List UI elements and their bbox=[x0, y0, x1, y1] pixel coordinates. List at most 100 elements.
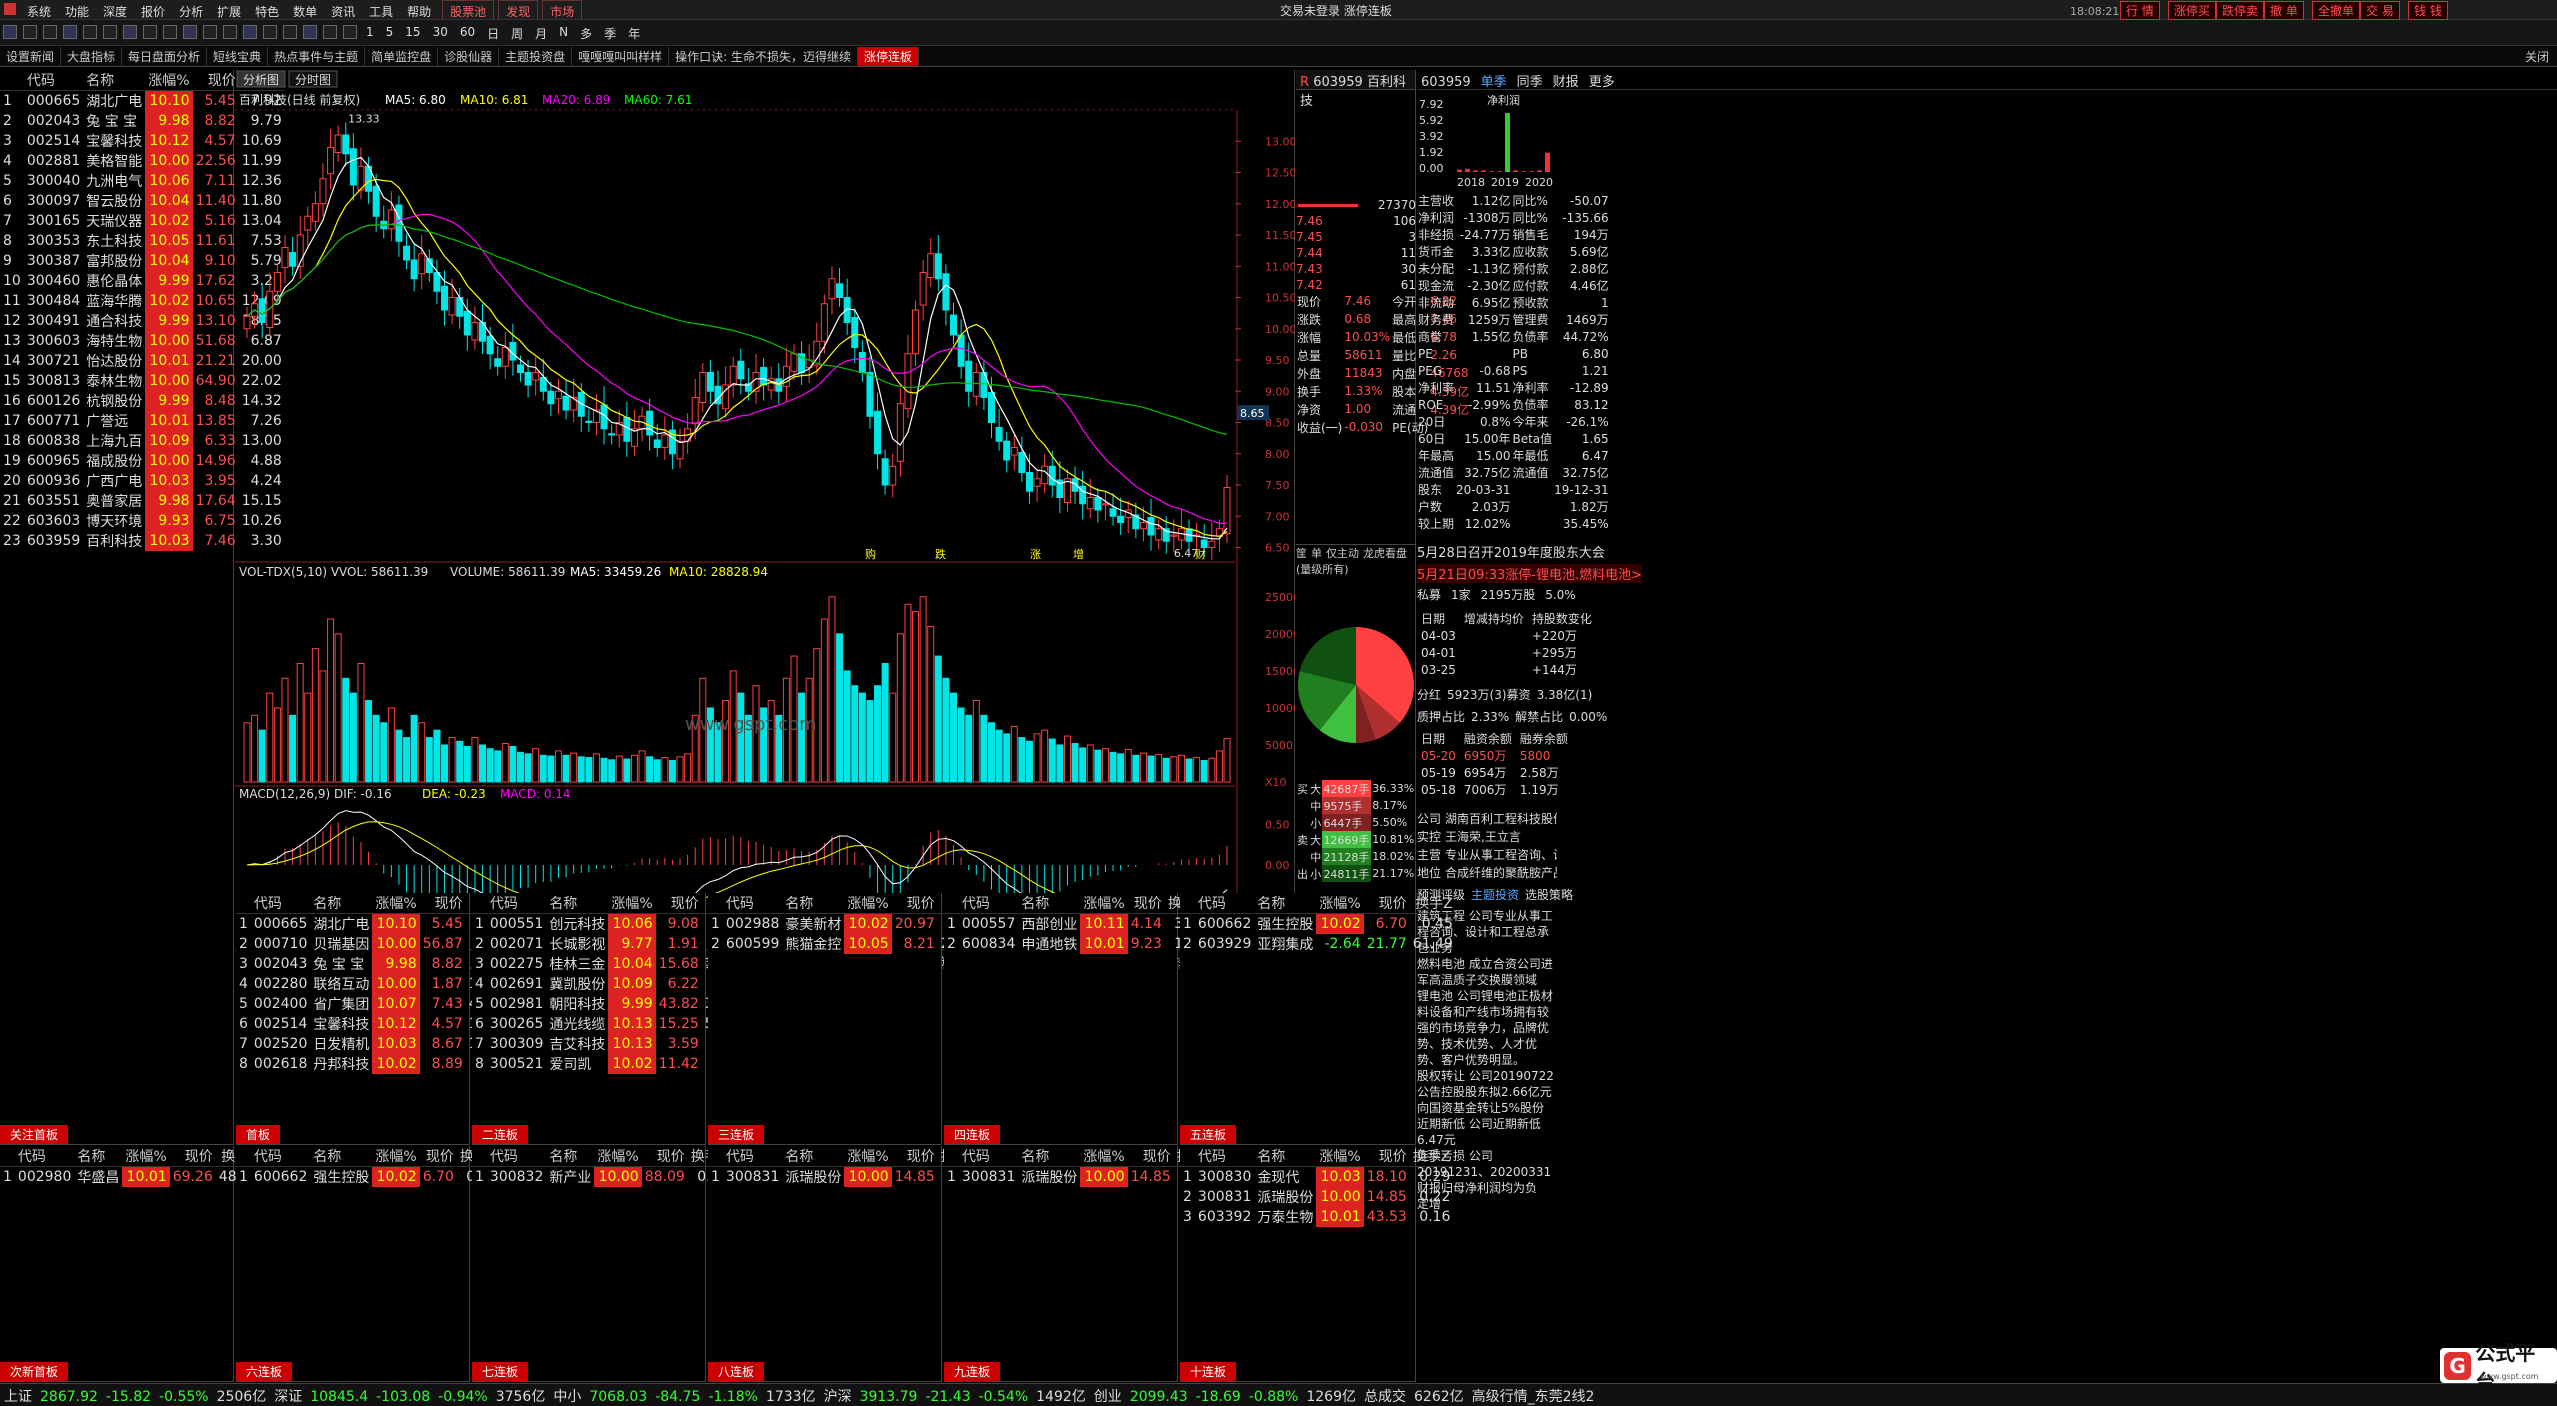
chart-tab[interactable]: 分时图 bbox=[288, 70, 338, 88]
column-header[interactable] bbox=[1180, 893, 1195, 914]
column-header[interactable]: 涨幅% bbox=[608, 893, 656, 914]
menu-item[interactable]: 报价 bbox=[134, 1, 172, 22]
column-header[interactable]: 代码 bbox=[250, 1146, 311, 1167]
column-header[interactable]: 涨幅% bbox=[594, 1146, 642, 1167]
column-header[interactable] bbox=[236, 1146, 251, 1167]
column-header[interactable]: 代码 bbox=[14, 1146, 75, 1167]
column-header[interactable]: 代码 bbox=[722, 1146, 783, 1167]
fin-tab[interactable]: 单季 bbox=[1481, 75, 1507, 90]
fin-tab[interactable]: 更多 bbox=[1589, 75, 1615, 90]
tab-7[interactable]: 主题投资盘 bbox=[499, 47, 573, 66]
column-header[interactable]: 代码 bbox=[23, 70, 84, 91]
column-header[interactable] bbox=[472, 893, 487, 914]
table-row[interactable]: 6002514宝馨科技10.124.5710.69 bbox=[236, 1014, 512, 1034]
tab-4[interactable]: 热点事件与主题 bbox=[268, 47, 366, 66]
column-header[interactable]: 现价 bbox=[891, 893, 938, 914]
column-header[interactable] bbox=[708, 893, 723, 914]
column-header[interactable]: 现价 bbox=[1127, 893, 1165, 914]
quick-button[interactable]: 涨停买 bbox=[2168, 1, 2217, 20]
column-header[interactable]: 换手Z bbox=[1409, 1146, 1454, 1167]
chart-tab[interactable]: 分析图 bbox=[236, 70, 286, 88]
menu-item[interactable]: 特色 bbox=[248, 1, 286, 22]
table-row[interactable]: 1600662强生控股10.026.700.45 bbox=[236, 1166, 500, 1187]
column-header[interactable]: 涨幅% bbox=[1316, 893, 1364, 914]
column-header[interactable]: 涨幅% bbox=[1080, 893, 1128, 914]
quick-button[interactable]: 交 易 bbox=[2360, 1, 2400, 20]
table-row[interactable]: 1300831派瑞股份10.0014.850.22 bbox=[708, 1166, 981, 1187]
tool-icon[interactable] bbox=[43, 25, 57, 39]
tool-icon[interactable] bbox=[63, 25, 77, 39]
detail-tab[interactable]: 仅主动 bbox=[1326, 547, 1359, 560]
table-row[interactable]: 1600662强生控股10.026.700.45 bbox=[1180, 913, 1456, 934]
tool-icon[interactable] bbox=[183, 25, 197, 39]
column-header[interactable]: 现价 bbox=[169, 1146, 216, 1167]
column-header[interactable]: 现价 bbox=[192, 70, 239, 91]
column-header[interactable]: 名称 bbox=[782, 893, 845, 914]
detail-tab[interactable]: 筐 bbox=[1296, 547, 1307, 560]
table-row[interactable]: 3002275桂林三金10.0415.6813.08 bbox=[472, 954, 748, 974]
tab-2[interactable]: 每日盘面分析 bbox=[122, 47, 208, 66]
column-header[interactable] bbox=[236, 893, 251, 914]
column-header[interactable]: 代码 bbox=[722, 893, 783, 914]
tab-9[interactable]: 操作口诀: 生命不损失，迈得继续 bbox=[669, 47, 858, 66]
table-row[interactable]: 3 603392 万泰生物 10.01 43.53 0.16 bbox=[1180, 1207, 1453, 1227]
company-tab[interactable]: 选股策略 bbox=[1525, 888, 1573, 902]
table-row[interactable]: 1000557西部创业10.114.143.93 bbox=[944, 913, 1208, 934]
period-button[interactable]: 15 bbox=[399, 23, 426, 41]
column-header[interactable] bbox=[472, 1146, 487, 1167]
menu-item[interactable]: 工具 bbox=[362, 1, 400, 22]
column-header[interactable]: 涨幅% bbox=[372, 893, 420, 914]
period-button[interactable]: 周 bbox=[505, 23, 529, 44]
table-row[interactable]: 1002988豪美新材10.0220.970.30 bbox=[708, 913, 984, 934]
table-row[interactable]: 7002520日发精机10.038.6713.41 bbox=[236, 1034, 512, 1054]
tool-icon[interactable] bbox=[323, 25, 337, 39]
column-header[interactable]: 涨幅% bbox=[372, 1146, 420, 1167]
column-header[interactable]: 名称 bbox=[74, 1146, 123, 1167]
tab-10[interactable]: 涨停连板 bbox=[858, 47, 920, 66]
column-header[interactable]: 名称 bbox=[1254, 1146, 1317, 1167]
column-header[interactable]: 代码 bbox=[250, 893, 311, 914]
column-header[interactable] bbox=[708, 1146, 723, 1167]
column-header[interactable]: 涨幅% bbox=[1080, 1146, 1128, 1167]
period-button[interactable]: N bbox=[553, 23, 574, 41]
period-button[interactable]: 日 bbox=[481, 23, 505, 44]
table-row[interactable]: 2 603929 亚翔集成 -2.64 21.77 61.49 bbox=[1180, 934, 1456, 954]
column-header[interactable] bbox=[0, 1146, 15, 1167]
quick-button[interactable]: 跌停卖 bbox=[2216, 1, 2265, 20]
table-row[interactable]: 2002071长城影视9.771.911.33 bbox=[472, 934, 748, 954]
tab-6[interactable]: 诊股仙器 bbox=[438, 47, 500, 66]
column-header[interactable]: 现价 bbox=[1127, 1146, 1174, 1167]
column-header[interactable]: 现价 bbox=[1363, 893, 1410, 914]
tab-3[interactable]: 短线宝典 bbox=[207, 47, 269, 66]
table-row[interactable]: 2000710贝瑞基因10.0056.878.09 bbox=[236, 934, 512, 954]
column-header[interactable]: 名称 bbox=[546, 893, 609, 914]
column-header[interactable]: 涨幅% bbox=[844, 893, 892, 914]
column-header[interactable]: 涨幅% bbox=[844, 1146, 892, 1167]
tab-8[interactable]: 嘎嘎嘎叫叫样样 bbox=[572, 47, 670, 66]
table-row[interactable]: 1300832新产业10.0088.090.21 bbox=[472, 1166, 731, 1187]
table-row[interactable]: 1300831派瑞股份10.0014.850.22 bbox=[944, 1166, 1217, 1187]
column-header[interactable]: 名称 bbox=[310, 1146, 373, 1167]
column-header[interactable]: 代码 bbox=[1194, 893, 1255, 914]
menu-item[interactable]: 帮助 bbox=[400, 1, 438, 22]
column-header[interactable] bbox=[1180, 1146, 1195, 1167]
period-button[interactable]: 30 bbox=[427, 23, 454, 41]
table-row[interactable]: 7300309吉艾科技10.133.591.03 bbox=[472, 1034, 748, 1054]
tab-5[interactable]: 简单监控盘 bbox=[365, 47, 439, 66]
tool-icon[interactable] bbox=[103, 25, 117, 39]
tab-1[interactable]: 大盘指标 bbox=[61, 47, 123, 66]
column-header[interactable]: 涨幅% bbox=[122, 1146, 170, 1167]
company-tab[interactable]: 主题投资 bbox=[1471, 888, 1519, 902]
table-row[interactable]: 5002981朝阳科技9.9943.8238.67 bbox=[472, 994, 748, 1014]
quick-button[interactable]: 撤 单 bbox=[2264, 1, 2304, 20]
menu-item[interactable]: 功能 bbox=[58, 1, 96, 22]
period-button[interactable]: 1 bbox=[360, 23, 380, 41]
quick-button[interactable]: 行 情 bbox=[2120, 1, 2160, 20]
column-header[interactable]: 名称 bbox=[1018, 893, 1081, 914]
table-row[interactable]: 2 300831 派瑞股份 10.00 14.85 0.22 bbox=[1180, 1187, 1453, 1207]
column-header[interactable]: 代码 bbox=[1194, 1146, 1255, 1167]
news-item[interactable]: 5月28日召开2019年度股东大会 bbox=[1417, 542, 1605, 561]
period-button[interactable]: 多 bbox=[574, 23, 598, 44]
quick-button[interactable]: 全撤单 bbox=[2312, 1, 2361, 20]
tab-0[interactable]: 设置新闻 bbox=[0, 47, 62, 66]
